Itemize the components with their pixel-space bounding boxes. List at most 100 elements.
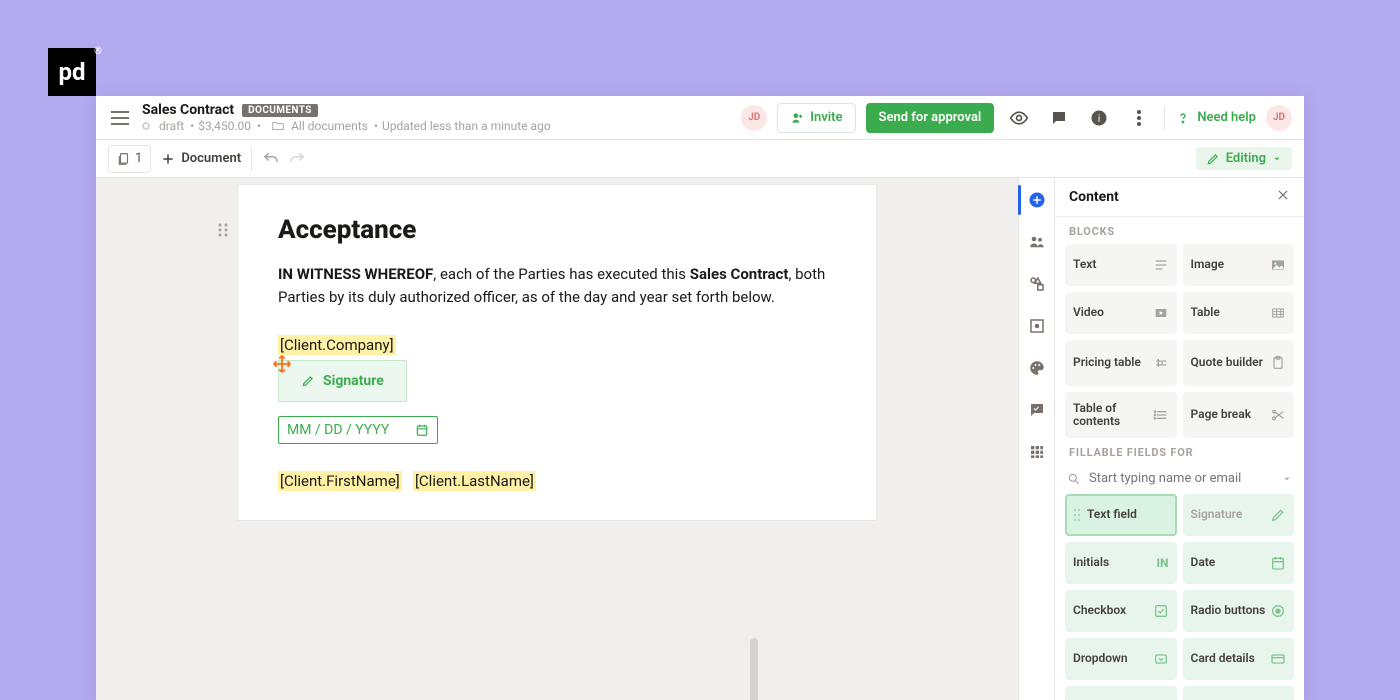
pages-icon <box>117 152 131 166</box>
fillable-collect-files[interactable]: Collect files <box>1065 686 1177 700</box>
brand-logo: pd <box>48 48 96 96</box>
card-icon <box>1270 651 1286 667</box>
pricing-icon <box>1153 355 1169 371</box>
blocks-label: BLOCKS <box>1055 217 1304 244</box>
fillable-initials[interactable]: InitialsIN <box>1065 542 1177 584</box>
close-icon[interactable] <box>1276 188 1290 206</box>
send-approval-button[interactable]: Send for approval <box>866 103 995 133</box>
folder-name[interactable]: All documents <box>291 119 368 133</box>
fillable-label: FILLABLE FIELDS FOR <box>1055 438 1304 465</box>
updated-text: Updated less than a minute ago <box>374 119 551 133</box>
help-icon <box>1175 110 1191 126</box>
calendar-icon <box>1270 555 1286 571</box>
shapes-icon <box>1028 275 1046 293</box>
fillable-text-field[interactable]: Text field <box>1065 494 1177 536</box>
workspace: Acceptance IN WITNESS WHEREOF, each of t… <box>96 178 1304 700</box>
image-icon <box>1270 257 1286 273</box>
list-icon <box>1153 407 1169 423</box>
status-text: draft <box>159 119 184 133</box>
rail-recipients[interactable] <box>1025 230 1049 254</box>
palette-icon <box>1028 359 1046 377</box>
people-icon <box>1028 233 1046 251</box>
chat-check-icon <box>1028 401 1046 419</box>
section-heading[interactable]: Acceptance <box>278 215 836 245</box>
more-icon[interactable] <box>1124 103 1154 133</box>
fillable-grid: Text field Signature InitialsIN Date Che… <box>1055 494 1304 700</box>
block-pricing-table[interactable]: Pricing table <box>1065 340 1177 386</box>
topbar: Sales Contract DOCUMENTS draft $3,450.00… <box>96 96 1304 140</box>
block-table[interactable]: Table <box>1183 292 1295 334</box>
fillable-dropdown[interactable]: Dropdown <box>1065 638 1177 680</box>
amount-text: $3,450.00 <box>190 119 251 133</box>
undo-icon[interactable] <box>262 150 280 168</box>
signature-field[interactable]: Signature <box>278 360 407 402</box>
name-tokens-row[interactable]: [Client.FirstName] [Client.LastName] <box>278 472 836 490</box>
folder-icon <box>271 119 285 133</box>
block-quote-builder[interactable]: Quote builder <box>1183 340 1295 386</box>
need-help-link[interactable]: Need help <box>1175 110 1256 126</box>
block-video[interactable]: Video <box>1065 292 1177 334</box>
token-client-firstname[interactable]: [Client.FirstName] <box>278 471 402 491</box>
fillable-checkbox[interactable]: Checkbox <box>1065 590 1177 632</box>
document-badge: DOCUMENTS <box>242 104 318 117</box>
second-toolbar: 1 Document Editing <box>96 140 1304 178</box>
panel-title: Content <box>1069 189 1119 205</box>
app-window: Sales Contract DOCUMENTS draft $3,450.00… <box>96 96 1304 700</box>
witness-paragraph[interactable]: IN WITNESS WHEREOF, each of the Parties … <box>278 263 836 310</box>
info-icon[interactable]: i <box>1084 103 1114 133</box>
document-page[interactable]: Acceptance IN WITNESS WHEREOF, each of t… <box>237 184 877 521</box>
dropdown-icon <box>1153 651 1169 667</box>
witness-lead: IN WITNESS WHEREOF <box>278 265 433 283</box>
undo-redo-group <box>262 150 306 168</box>
fillable-date[interactable]: Date <box>1183 542 1295 584</box>
user-avatar[interactable]: JD <box>1266 105 1292 131</box>
editing-mode-button[interactable]: Editing <box>1196 147 1292 170</box>
token-client-company[interactable]: [Client.Company] <box>278 335 396 355</box>
chevron-down-icon[interactable] <box>1282 474 1292 484</box>
block-text[interactable]: Text <box>1065 244 1177 286</box>
plus-icon <box>161 152 175 166</box>
apps-icon <box>1029 444 1045 460</box>
content-panel: Content BLOCKS Text Image Video Table Pr… <box>1054 178 1304 700</box>
pencil-icon <box>1270 507 1286 523</box>
date-field[interactable]: MM / DD / YYYY <box>278 416 438 444</box>
collaborator-avatar[interactable]: JD <box>741 105 767 131</box>
pencil-icon <box>301 374 315 388</box>
layout-icon <box>1028 317 1046 335</box>
document-meta: Sales Contract DOCUMENTS draft $3,450.00… <box>142 102 731 133</box>
block-drag-handle[interactable] <box>218 223 232 237</box>
preview-icon[interactable] <box>1004 103 1034 133</box>
rail-apps[interactable] <box>1025 440 1049 464</box>
fillable-stamp[interactable]: Stamp <box>1183 686 1295 700</box>
comments-icon[interactable] <box>1044 103 1074 133</box>
clipboard-icon <box>1270 355 1286 371</box>
block-image[interactable]: Image <box>1183 244 1295 286</box>
rail-design[interactable] <box>1025 356 1049 380</box>
svg-text:i: i <box>1098 111 1101 124</box>
rail-layout[interactable] <box>1025 314 1049 338</box>
token-client-lastname[interactable]: [Client.LastName] <box>413 471 536 491</box>
scissors-icon <box>1270 407 1286 423</box>
rail-review[interactable] <box>1025 398 1049 422</box>
redo-icon[interactable] <box>288 150 306 168</box>
add-document-button[interactable]: Document <box>161 151 241 166</box>
block-toc[interactable]: Table of contents <box>1065 392 1177 438</box>
invite-button[interactable]: Invite <box>777 103 855 133</box>
fillable-radio[interactable]: Radio buttons <box>1183 590 1295 632</box>
rail-variables[interactable] <box>1025 272 1049 296</box>
fillable-search-input[interactable] <box>1089 471 1274 486</box>
block-page-break[interactable]: Page break <box>1183 392 1295 438</box>
video-icon <box>1153 305 1169 321</box>
canvas-area[interactable]: Acceptance IN WITNESS WHEREOF, each of t… <box>96 178 1018 700</box>
side-rail <box>1018 178 1054 700</box>
divider <box>251 147 252 171</box>
fillable-signature[interactable]: Signature <box>1183 494 1295 536</box>
grip-icon <box>1073 508 1081 522</box>
scrollbar-thumb[interactable] <box>750 638 758 700</box>
rail-add-content[interactable] <box>1025 188 1049 212</box>
page-counter[interactable]: 1 <box>108 145 151 173</box>
fillable-card-details[interactable]: Card details <box>1183 638 1295 680</box>
menu-icon[interactable] <box>108 106 132 130</box>
fillable-search[interactable] <box>1055 465 1304 494</box>
person-add-icon <box>790 111 804 125</box>
